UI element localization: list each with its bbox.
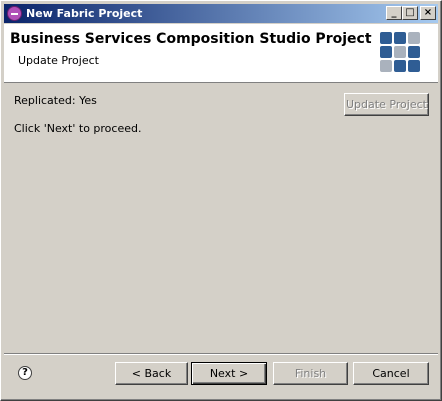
title-bar[interactable]: New Fabric Project _ □ × [4, 4, 438, 23]
replicated-value: Yes [79, 94, 97, 107]
instruction-text: Click 'Next' to proceed. [14, 122, 142, 135]
next-button[interactable]: Next > [191, 362, 267, 385]
app-icon [7, 6, 22, 21]
cancel-button[interactable]: Cancel [353, 362, 429, 385]
wizard-banner: Business Services Composition Studio Pro… [4, 24, 438, 83]
minimize-button[interactable]: _ [386, 6, 402, 20]
replicated-status: Replicated: Yes [14, 94, 97, 107]
wizard-content: Replicated: Yes Click 'Next' to proceed.… [4, 83, 438, 353]
banner-subtitle: Update Project [18, 54, 99, 67]
banner-title: Business Services Composition Studio Pro… [10, 31, 372, 47]
replicated-label: Replicated: [14, 94, 76, 107]
maximize-button[interactable]: □ [402, 6, 418, 20]
footer-separator [4, 353, 438, 355]
update-project-button[interactable]: Update Project [344, 93, 429, 116]
dialog-window: New Fabric Project _ □ × Business Servic… [0, 0, 442, 401]
project-logo-icon [380, 32, 420, 72]
window-title: New Fabric Project [26, 7, 143, 20]
back-button[interactable]: < Back [115, 362, 188, 385]
finish-button[interactable]: Finish [273, 362, 348, 385]
help-icon[interactable]: ? [18, 366, 32, 380]
close-button[interactable]: × [420, 6, 436, 20]
